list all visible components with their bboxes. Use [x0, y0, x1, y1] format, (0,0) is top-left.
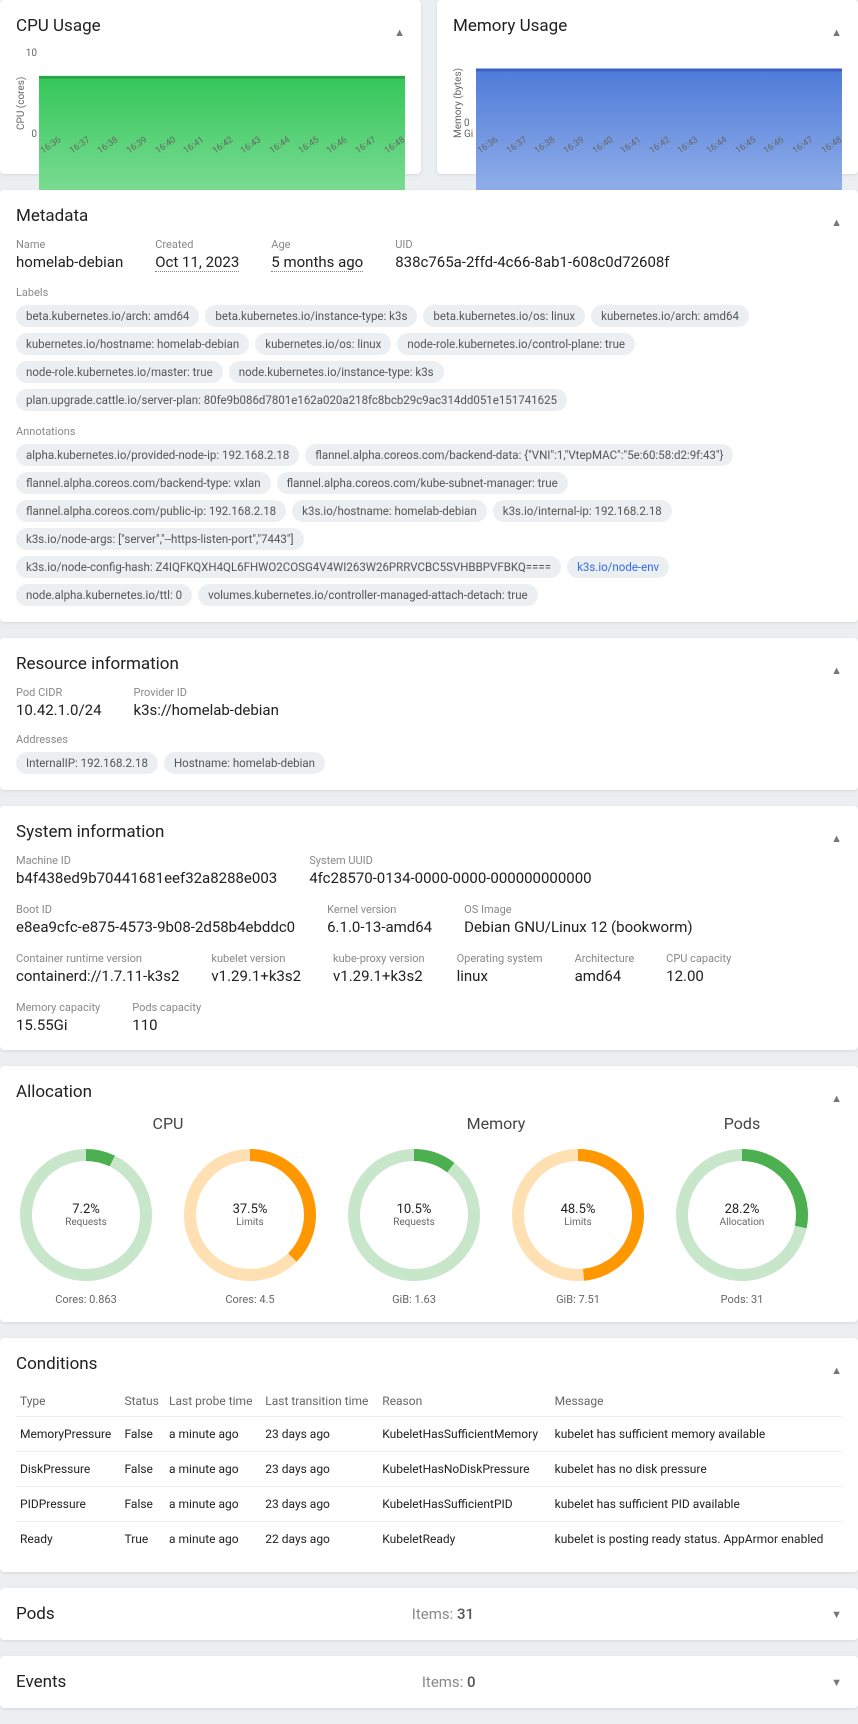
system-value: 4fc28570-0134-0000-0000-000000000000	[309, 869, 591, 887]
annotations-chips: alpha.kubernetes.io/provided-node-ip: 19…	[16, 444, 842, 606]
system-value: containerd://1.7.11-k3s2	[16, 967, 179, 985]
cpu-usage-title: CPU Usage	[16, 16, 101, 36]
collapse-icon[interactable]: ▲	[831, 832, 842, 845]
allocation-donuts: CPU7.2%RequestsCores: 0.86337.5%LimitsCo…	[16, 1114, 842, 1306]
allocation-title: Allocation	[16, 1082, 92, 1102]
provider-id: k3s://homelab-debian	[134, 701, 279, 719]
system-title: System information	[16, 822, 164, 842]
cpu-chart: CPU (cores) 100 16:3616:3716:3816:3916:4…	[16, 48, 405, 158]
memory-usage-card: Memory Usage ▲ Memory (bytes) 0 Gi 16:36…	[437, 0, 858, 174]
system-value: linux	[457, 967, 543, 985]
system-value: b4f438ed9b70441681eef32a8288e003	[16, 869, 277, 887]
chip: node.kubernetes.io/instance-type: k3s	[229, 361, 444, 383]
expand-icon[interactable]: ▼	[831, 1676, 842, 1689]
chip: beta.kubernetes.io/os: linux	[423, 305, 585, 327]
cpu-ylabel: CPU (cores)	[16, 48, 27, 158]
chip: k3s.io/hostname: homelab-debian	[292, 500, 487, 522]
pods-title: Pods	[16, 1604, 55, 1624]
system-value: 6.1.0-13-amd64	[327, 918, 432, 936]
chip: flannel.alpha.coreos.com/public-ip: 192.…	[16, 500, 286, 522]
pod-cidr: 10.42.1.0/24	[16, 701, 102, 719]
conditions-title: Conditions	[16, 1354, 97, 1374]
metadata-title: Metadata	[16, 206, 88, 226]
chip: kubernetes.io/os: linux	[255, 333, 391, 355]
cpu-usage-card: CPU Usage ▲ CPU (cores) 100 16:3616:3716…	[0, 0, 421, 174]
collapse-icon[interactable]: ▲	[831, 1092, 842, 1105]
system-value: v1.29.1+k3s2	[333, 967, 425, 985]
chip: flannel.alpha.coreos.com/backend-data: {…	[305, 444, 733, 466]
chip: node-role.kubernetes.io/master: true	[16, 361, 223, 383]
table-row: DiskPressureFalsea minute ago23 days ago…	[16, 1452, 842, 1487]
mem-ylabel: Memory (bytes)	[453, 48, 464, 158]
addresses-chips: InternalIP: 192.168.2.18 Hostname: homela…	[16, 752, 842, 774]
table-row: PIDPressureFalsea minute ago23 days agoK…	[16, 1487, 842, 1522]
system-value: amd64	[575, 967, 635, 985]
chip: alpha.kubernetes.io/provided-node-ip: 19…	[16, 444, 299, 466]
donut-chart: 10.5%Requests	[344, 1145, 484, 1285]
uid: 838c765a-2ffd-4c66-8ab1-608c0d72608f	[395, 253, 669, 271]
donut-chart: 37.5%Limits	[180, 1145, 320, 1285]
chip: k3s.io/node-args: ["server","--https-lis…	[16, 528, 304, 550]
collapse-icon[interactable]: ▲	[831, 664, 842, 677]
cpu-xticks: 16:3616:3716:3816:3916:4016:4116:4216:43…	[39, 148, 405, 158]
events-card[interactable]: Events Items: 0 ▼	[0, 1656, 858, 1708]
chip: k3s.io/internal-ip: 192.168.2.18	[493, 500, 672, 522]
chip: flannel.alpha.coreos.com/backend-type: v…	[16, 472, 271, 494]
donut-chart: 48.5%Limits	[508, 1145, 648, 1285]
allocation-card: Allocation ▲ CPU7.2%RequestsCores: 0.863…	[0, 1066, 858, 1322]
system-value: e8ea9cfc-e875-4573-9b08-2d58b4ebddc0	[16, 918, 295, 936]
chip: node-role.kubernetes.io/control-plane: t…	[397, 333, 635, 355]
chip: plan.upgrade.cattle.io/server-plan: 80fe…	[16, 389, 567, 411]
system-value: 110	[132, 1016, 201, 1034]
conditions-table: TypeStatusLast probe timeLast transition…	[16, 1386, 842, 1556]
chip: kubernetes.io/arch: amd64	[591, 305, 749, 327]
memory-chart: Memory (bytes) 0 Gi 16:3616:3716:3816:39…	[453, 48, 842, 158]
system-value: Debian GNU/Linux 12 (bookworm)	[464, 918, 692, 936]
pods-card[interactable]: Pods Items: 31 ▼	[0, 1588, 858, 1640]
expand-icon[interactable]: ▼	[831, 1608, 842, 1621]
chip: beta.kubernetes.io/instance-type: k3s	[205, 305, 417, 327]
collapse-icon[interactable]: ▲	[831, 26, 842, 39]
chip[interactable]: k3s.io/node-env	[567, 556, 669, 578]
donut-chart: 28.2%Allocation	[672, 1145, 812, 1285]
collapse-icon[interactable]: ▲	[831, 1364, 842, 1377]
table-row: MemoryPressureFalsea minute ago23 days a…	[16, 1417, 842, 1452]
chip: kubernetes.io/hostname: homelab-debian	[16, 333, 249, 355]
age: 5 months ago	[271, 253, 363, 272]
metadata-card: Metadata ▲ Namehomelab-debian CreatedOct…	[0, 190, 858, 622]
conditions-card: Conditions ▲ TypeStatusLast probe timeLa…	[0, 1338, 858, 1572]
chip: node.alpha.kubernetes.io/ttl: 0	[16, 584, 192, 606]
resource-title: Resource information	[16, 654, 179, 674]
resource-info-card: Resource information ▲ Pod CIDR10.42.1.0…	[0, 638, 858, 790]
system-value: v1.29.1+k3s2	[211, 967, 301, 985]
events-title: Events	[16, 1672, 66, 1692]
system-info-card: System information ▲ Machine IDb4f438ed9…	[0, 806, 858, 1050]
mem-xticks: 16:3616:3716:3816:3916:4016:4116:4216:43…	[476, 148, 842, 158]
chip: flannel.alpha.coreos.com/kube-subnet-man…	[277, 472, 568, 494]
system-value: 15.55Gi	[16, 1016, 100, 1034]
system-fields: Machine IDb4f438ed9b70441681eef32a8288e0…	[16, 854, 842, 1034]
memory-usage-title: Memory Usage	[453, 16, 567, 36]
node-name: homelab-debian	[16, 253, 123, 271]
chip: volumes.kubernetes.io/controller-managed…	[198, 584, 538, 606]
collapse-icon[interactable]: ▲	[394, 26, 405, 39]
chip: Hostname: homelab-debian	[164, 752, 325, 774]
table-row: ReadyTruea minute ago22 days agoKubeletR…	[16, 1522, 842, 1557]
collapse-icon[interactable]: ▲	[831, 216, 842, 229]
donut-chart: 7.2%Requests	[16, 1145, 156, 1285]
created-date: Oct 11, 2023	[155, 253, 239, 272]
labels-chips: beta.kubernetes.io/arch: amd64 beta.kuber…	[16, 305, 842, 411]
chip: InternalIP: 192.168.2.18	[16, 752, 158, 774]
chip: k3s.io/node-config-hash: Z4IQFKQXH4QL6FH…	[16, 556, 561, 578]
chip: beta.kubernetes.io/arch: amd64	[16, 305, 199, 327]
system-value: 12.00	[666, 967, 731, 985]
